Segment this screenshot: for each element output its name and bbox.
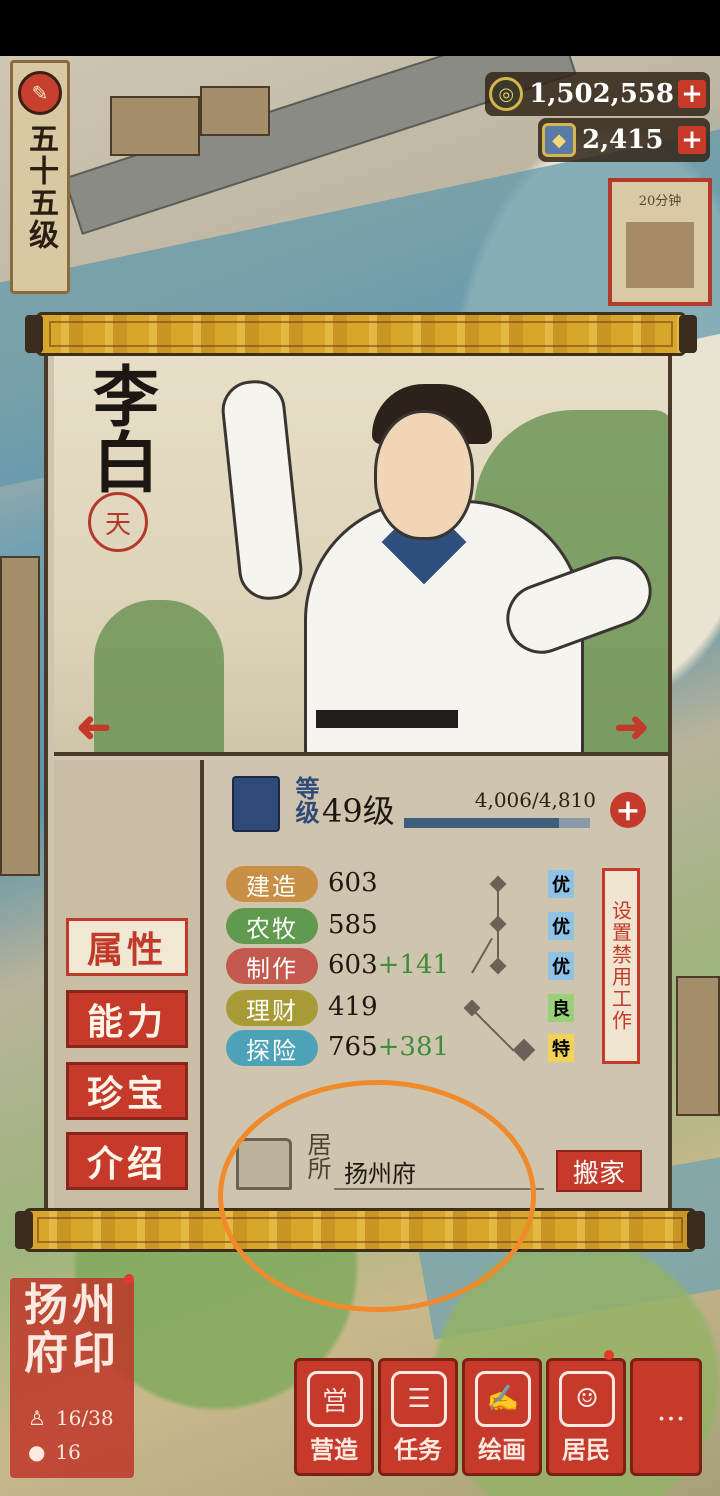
add-gem-button[interactable]: + — [678, 126, 706, 154]
hero-face — [374, 410, 474, 540]
seal-coins: ● 16 — [28, 1440, 81, 1464]
city-seal-panel[interactable]: 扬州府印 ♙ 16/38 ● 16 — [10, 1278, 134, 1478]
stat-grade: 特 — [548, 1034, 574, 1062]
player-level-plaque[interactable]: ✎ 五十五级 — [10, 60, 70, 294]
xp-text: 4,006/4,810 — [474, 788, 596, 812]
player-level: 五十五级 — [23, 123, 58, 251]
stat-base: 585 — [328, 910, 378, 940]
stat-base: 603 — [328, 950, 378, 980]
residents-label: 居民 — [562, 1435, 610, 1464]
level-label: 等级 — [291, 776, 320, 824]
stat-value: 585 — [328, 910, 378, 940]
rod-end — [15, 1211, 33, 1249]
stat-value: 765+381 — [328, 1032, 449, 1062]
building — [200, 86, 270, 136]
event-image — [626, 222, 694, 288]
hero-seal: 天 — [88, 492, 148, 552]
build-button[interactable]: 営 营造 — [294, 1358, 374, 1476]
notification-dot — [604, 1350, 614, 1360]
hero-belt — [316, 710, 458, 728]
stat-grade: 良 — [548, 994, 574, 1022]
stat-row: 农牧 585 优 — [226, 908, 586, 946]
tab-treasures[interactable]: 珍宝 — [66, 1062, 188, 1120]
hero-portrait: 李白 天 ➜ ➜ — [54, 350, 668, 756]
coin-icon: ◎ — [489, 77, 524, 111]
stat-label: 制作 — [226, 948, 318, 984]
more-button[interactable]: ··· — [630, 1358, 702, 1476]
more-icon: ··· — [656, 1401, 686, 1437]
tab-attributes[interactable]: 属性 — [66, 918, 188, 976]
stat-label: 理财 — [226, 990, 318, 1026]
scroll-top-rod — [25, 312, 697, 356]
stat-grade: 优 — [548, 870, 574, 898]
stat-row: 建造 603 优 — [226, 866, 586, 904]
tab-abilities[interactable]: 能力 — [66, 990, 188, 1048]
prev-hero-arrow-icon[interactable]: ➜ — [76, 702, 111, 751]
tasks-label: 任务 — [394, 1435, 442, 1464]
stat-grade: 优 — [548, 912, 574, 940]
tasks-icon: ☰ — [391, 1371, 447, 1427]
hero-tabs: 属性 能力 珍宝 介绍 — [54, 760, 204, 1208]
add-xp-button[interactable]: + — [610, 792, 646, 828]
move-house-button[interactable]: 搬家 — [556, 1150, 642, 1192]
hero-arm — [218, 377, 306, 603]
mountain — [94, 600, 224, 752]
rod-end — [687, 1211, 705, 1249]
stat-label: 建造 — [226, 866, 318, 902]
gem-value: 2,415 — [582, 125, 664, 155]
stat-base: 603 — [328, 868, 378, 898]
stat-bonus: +141 — [377, 950, 450, 980]
seal-population: ♙ 16/38 — [28, 1406, 114, 1430]
stat-base: 765 — [328, 1032, 378, 1062]
residents-button[interactable]: ☺ 居民 — [546, 1358, 626, 1476]
hero-level: 49级 — [322, 792, 395, 830]
build-icon: 営 — [307, 1371, 363, 1427]
brush-icon: ✎ — [18, 71, 62, 115]
notification-dot — [124, 1274, 134, 1284]
stat-label: 探险 — [226, 1030, 318, 1066]
xp-bar — [404, 818, 590, 828]
gem-icon: ◆ — [542, 123, 576, 157]
annotation-circle — [218, 1080, 536, 1312]
residents-icon: ☺ — [559, 1371, 615, 1427]
stat-value: 419 — [328, 992, 378, 1022]
event-timer: 20分钟 — [638, 194, 682, 209]
stat-value: 603 — [328, 868, 378, 898]
next-hero-arrow-icon[interactable]: ➜ — [614, 702, 649, 751]
stat-label: 农牧 — [226, 908, 318, 944]
tasks-button[interactable]: ☰ 任务 — [378, 1358, 458, 1476]
city-seal-title: 扬州府印 — [24, 1280, 120, 1379]
building — [0, 556, 40, 876]
stat-base: 419 — [328, 992, 378, 1022]
stat-value: 603+141 — [328, 950, 449, 980]
coin-counter: ◎ 1,502,558 + — [485, 72, 710, 116]
hero-name: 李白 — [82, 362, 160, 494]
stat-bonus: +381 — [377, 1032, 450, 1062]
population-value: 16/38 — [55, 1406, 114, 1430]
stat-row: 制作 603+141 优 — [226, 948, 586, 986]
stat-grade: 优 — [548, 952, 574, 980]
building — [110, 96, 200, 156]
stat-row: 理财 419 良 — [226, 990, 586, 1028]
gem-counter: ◆ 2,415 + — [538, 118, 710, 162]
building — [676, 976, 720, 1116]
painting-label: 绘画 — [478, 1435, 526, 1464]
painting-icon: ✍ — [475, 1371, 531, 1427]
rod-end — [679, 315, 697, 353]
tab-introduction[interactable]: 介绍 — [66, 1132, 188, 1190]
coin-value: 1,502,558 — [529, 79, 674, 109]
rod-end — [25, 315, 43, 353]
xp-fill — [404, 818, 559, 828]
seal-coin-value: 16 — [55, 1440, 81, 1464]
ban-work-button[interactable]: 设置禁用工作 — [602, 868, 640, 1064]
painting-button[interactable]: ✍ 绘画 — [462, 1358, 542, 1476]
event-card[interactable]: 20分钟 — [608, 178, 712, 306]
book-icon — [232, 776, 280, 832]
add-coin-button[interactable]: + — [678, 80, 706, 108]
build-label: 营造 — [310, 1435, 358, 1464]
